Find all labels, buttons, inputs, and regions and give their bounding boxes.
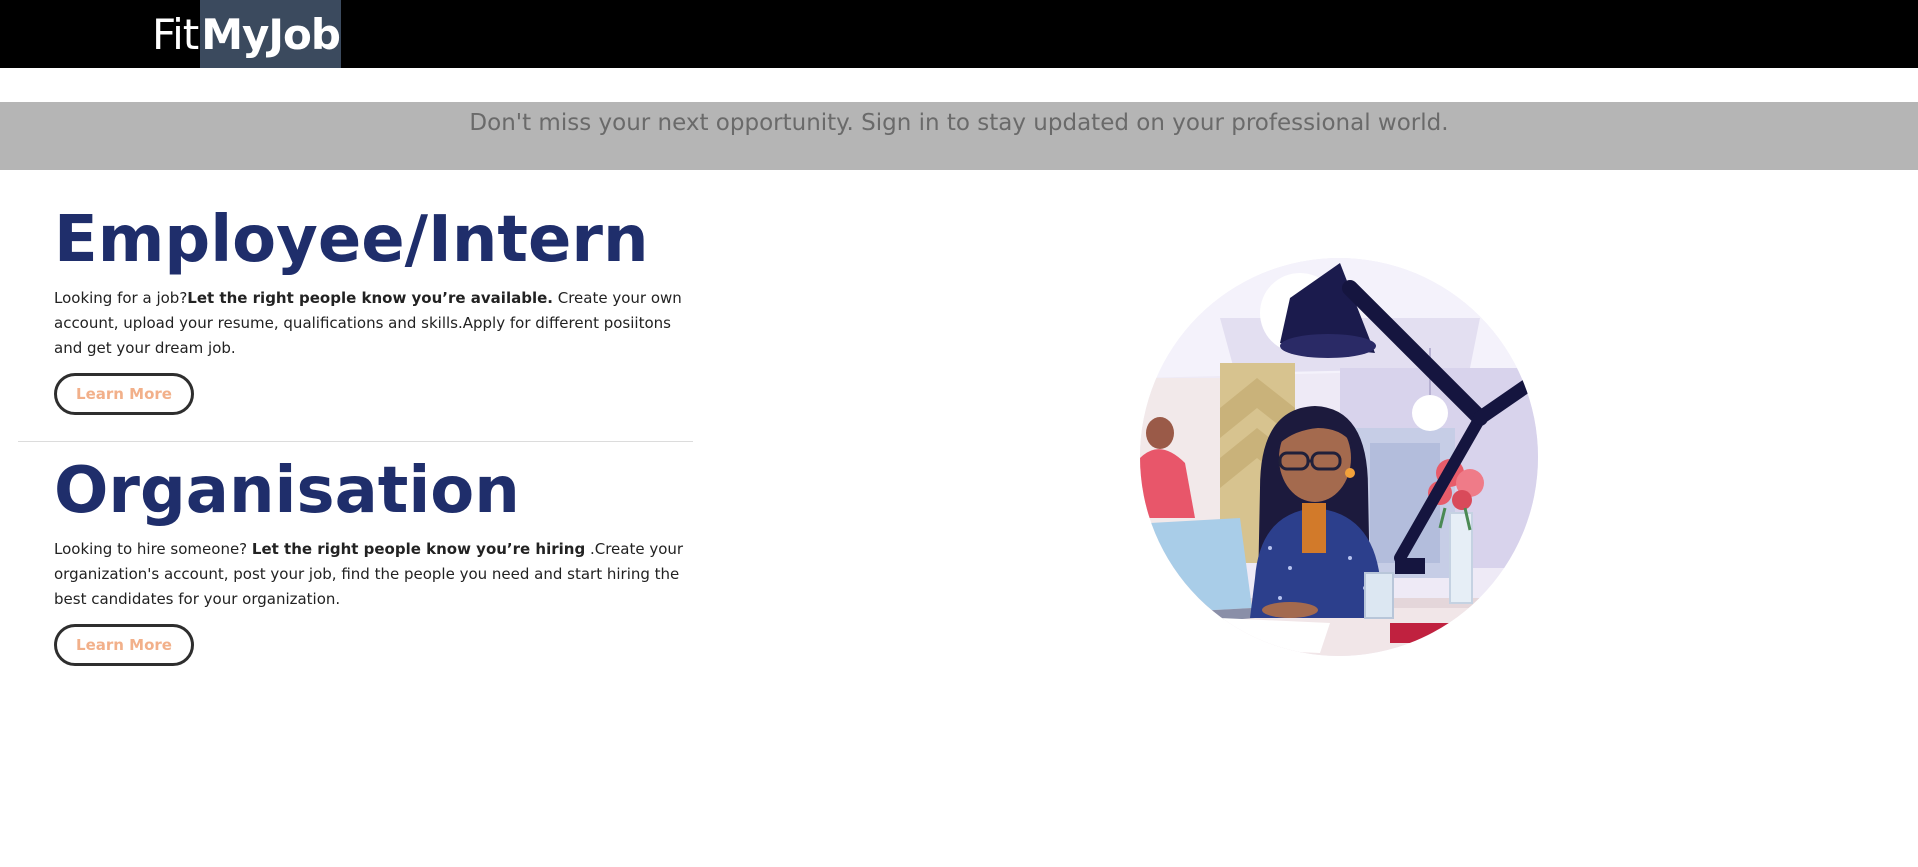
- site-logo[interactable]: Fit MyJob: [152, 0, 341, 68]
- organisation-desc-start: Looking to hire someone?: [54, 540, 252, 558]
- woman-working-at-desk-illustration-icon: [1140, 258, 1538, 656]
- employee-desc-bold: Let the right people know you’re availab…: [187, 289, 553, 307]
- employee-desc-start: Looking for a job?: [54, 289, 188, 307]
- organisation-title: Organisation: [54, 454, 520, 528]
- organisation-learn-more-button[interactable]: Learn More: [54, 624, 194, 666]
- employee-title: Employee/Intern: [54, 203, 649, 277]
- organisation-section: Organisation Looking to hire someone? Le…: [54, 459, 694, 666]
- organisation-description: Looking to hire someone? Let the right p…: [54, 537, 694, 612]
- logo-fit-text: Fit: [152, 9, 199, 59]
- section-divider: [18, 441, 693, 442]
- employee-description: Looking for a job?Let the right people k…: [54, 286, 694, 361]
- banner-text: Don't miss your next opportunity. Sign i…: [469, 110, 1449, 136]
- organisation-desc-bold: Let the right people know you’re hiring: [251, 540, 586, 558]
- woman-working-illustration: [1140, 258, 1538, 656]
- signin-banner: Don't miss your next opportunity. Sign i…: [0, 102, 1918, 170]
- employee-section: Employee/Intern Looking for a job?Let th…: [54, 208, 694, 415]
- employee-learn-more-button[interactable]: Learn More: [54, 373, 194, 415]
- logo-myjob-text: MyJob: [200, 0, 341, 68]
- top-navbar: Fit MyJob: [0, 0, 1918, 68]
